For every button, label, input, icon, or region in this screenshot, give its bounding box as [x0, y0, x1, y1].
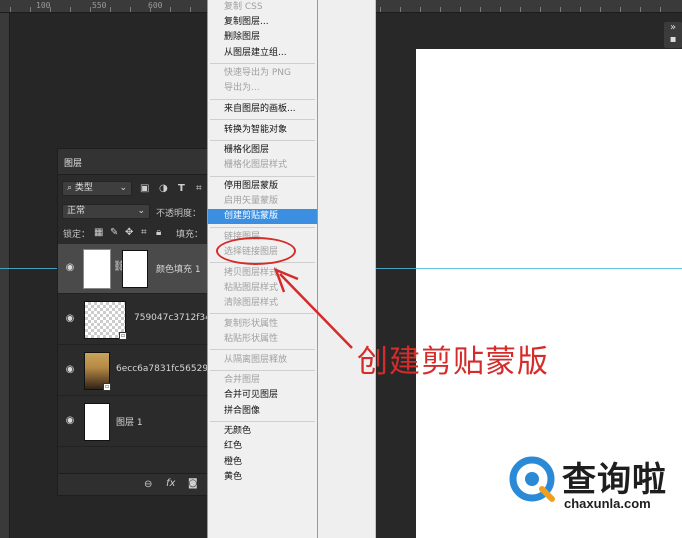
watermark-url: chaxunla.com	[564, 496, 651, 511]
watermark-title: 查询啦	[562, 460, 667, 500]
annotation-label: 创建剪贴蒙版	[357, 344, 549, 380]
watermark: 查询啦 chaxunla.com	[508, 452, 678, 522]
watermark-logo-icon	[509, 456, 555, 502]
